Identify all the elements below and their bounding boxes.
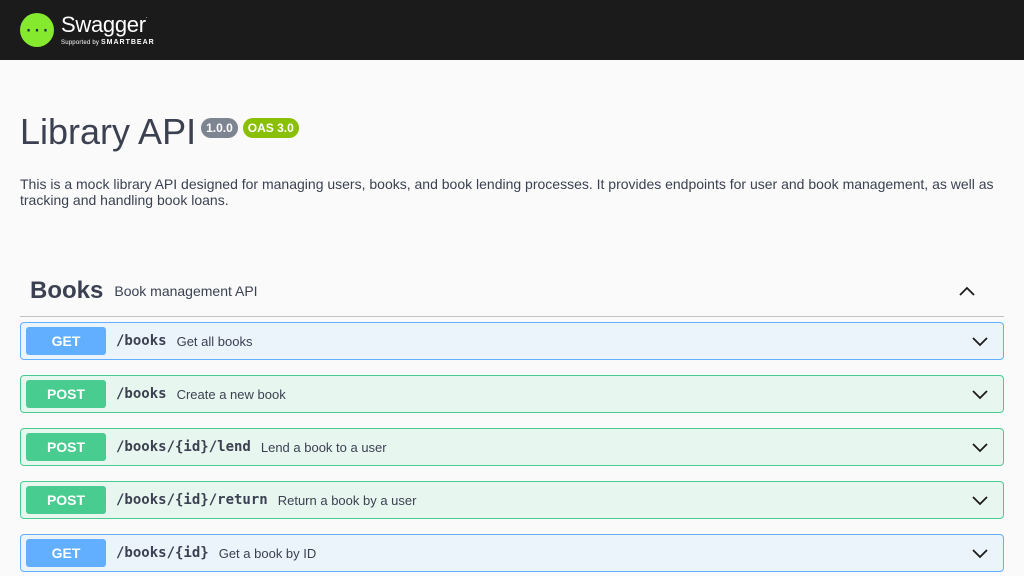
tag-section-books: Books Book management API GET /books Get… bbox=[20, 266, 1004, 572]
operation-get-books[interactable]: GET /books Get all books bbox=[20, 322, 1004, 360]
page-title: Library API bbox=[20, 111, 197, 152]
chevron-down-icon[interactable] bbox=[970, 331, 990, 351]
operation-summary: Lend a book to a user bbox=[260, 439, 387, 455]
operation-summary: Get all books bbox=[176, 333, 253, 349]
chevron-down-icon[interactable] bbox=[970, 384, 990, 404]
operation-get-book-by-id[interactable]: GET /books/{id} Get a book by ID bbox=[20, 534, 1004, 572]
method-badge: GET bbox=[26, 539, 106, 567]
svg-text:{···}: {···} bbox=[24, 23, 50, 39]
operation-path: /books bbox=[116, 333, 167, 349]
topbar: {···} Swagger. Supported by SMARTBEAR bbox=[0, 0, 1024, 60]
swagger-logo[interactable]: {···} Swagger. Supported by SMARTBEAR bbox=[20, 13, 155, 47]
logo-trademark: . bbox=[145, 14, 148, 20]
operation-summary: Get a book by ID bbox=[218, 545, 317, 561]
chevron-down-icon[interactable] bbox=[970, 490, 990, 510]
oas-badge: OAS 3.0 bbox=[242, 118, 299, 138]
method-badge: POST bbox=[26, 433, 106, 461]
logo-sub-prefix: Supported by bbox=[61, 40, 100, 46]
main-content: Library API 1.0.0 OAS 3.0 This is a mock… bbox=[0, 60, 1024, 572]
logo-subtitle: Supported by SMARTBEAR bbox=[61, 39, 155, 46]
api-description: This is a mock library API designed for … bbox=[20, 176, 994, 208]
operation-path: /books/{id}/lend bbox=[116, 439, 251, 455]
operation-path: /books/{id}/return bbox=[116, 492, 268, 508]
chevron-up-icon[interactable] bbox=[957, 281, 977, 301]
operation-post-books-lend[interactable]: POST /books/{id}/lend Lend a book to a u… bbox=[20, 428, 1004, 466]
operation-summary: Create a new book bbox=[176, 386, 286, 402]
swagger-logo-icon: {···} bbox=[20, 13, 54, 47]
tag-description: Book management API bbox=[114, 283, 258, 299]
chevron-down-icon[interactable] bbox=[970, 437, 990, 457]
operation-summary: Return a book by a user bbox=[277, 492, 417, 508]
logo-sub-brand: SMARTBEAR bbox=[100, 39, 155, 46]
method-badge: POST bbox=[26, 380, 106, 408]
logo-name: Swagger bbox=[61, 12, 146, 37]
api-info: Library API 1.0.0 OAS 3.0 This is a mock… bbox=[20, 60, 1004, 208]
tag-header-books[interactable]: Books Book management API bbox=[20, 266, 1004, 317]
operation-path: /books/{id} bbox=[116, 545, 209, 561]
operation-post-books-return[interactable]: POST /books/{id}/return Return a book by… bbox=[20, 481, 1004, 519]
version-badge: 1.0.0 bbox=[201, 118, 238, 138]
method-badge: GET bbox=[26, 327, 106, 355]
chevron-down-icon[interactable] bbox=[970, 543, 990, 563]
method-badge: POST bbox=[26, 486, 106, 514]
operation-path: /books bbox=[116, 386, 167, 402]
operation-post-books[interactable]: POST /books Create a new book bbox=[20, 375, 1004, 413]
tag-name: Books bbox=[30, 277, 104, 304]
